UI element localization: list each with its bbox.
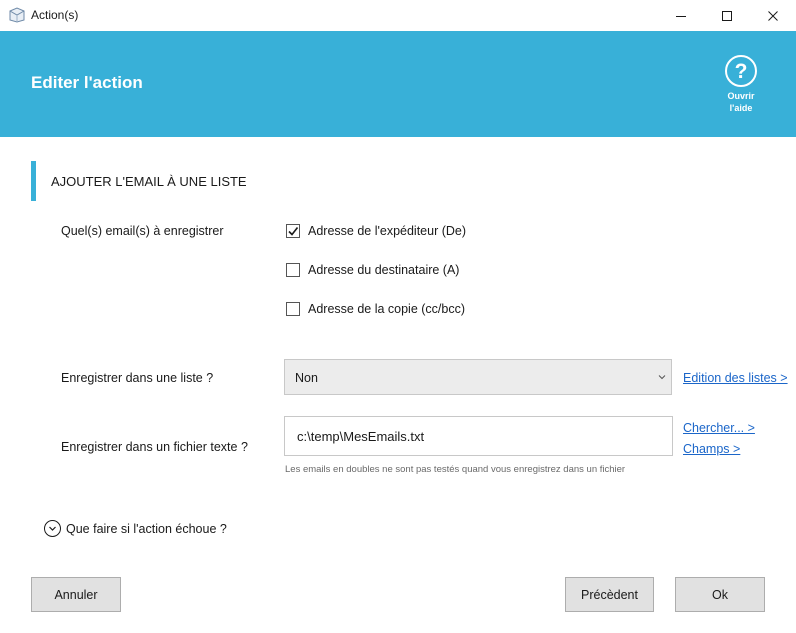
minimize-icon	[676, 15, 686, 17]
previous-button[interactable]: Précèdent	[565, 577, 654, 612]
edit-lists-link[interactable]: Edition des listes >	[683, 371, 788, 385]
cancel-button[interactable]: Annuler	[31, 577, 121, 612]
maximize-button[interactable]	[704, 0, 750, 31]
section-accent-bar	[31, 161, 36, 201]
expand-circle-icon	[44, 520, 61, 537]
emails-label: Quel(s) email(s) à enregistrer	[61, 224, 224, 238]
checkbox-box[interactable]	[286, 224, 300, 238]
page-title: Editer l'action	[31, 73, 143, 92]
failure-label: Que faire si l'action échoue ?	[66, 521, 227, 536]
checkbox-recipient[interactable]: Adresse du destinataire (A)	[286, 263, 459, 277]
checkbox-box[interactable]	[286, 302, 300, 316]
window-titlebar: Action(s)	[0, 0, 796, 31]
help-button[interactable]: ? Ouvrir l'aide	[716, 55, 766, 114]
checkmark-icon	[288, 227, 299, 236]
window-title: Action(s)	[31, 8, 79, 22]
ok-button[interactable]: Ok	[675, 577, 765, 612]
dialog-header: Editer l'action ? Ouvrir l'aide	[0, 31, 796, 137]
help-label-line1: Ouvrir	[727, 91, 755, 101]
search-link[interactable]: Chercher... >	[683, 421, 755, 435]
list-select-value: Non	[295, 371, 318, 385]
question-icon: ?	[725, 55, 757, 87]
checkbox-sender[interactable]: Adresse de l'expéditeur (De)	[286, 224, 466, 238]
close-icon	[768, 10, 778, 21]
checkbox-label: Adresse du destinataire (A)	[308, 263, 460, 277]
minimize-button[interactable]	[658, 0, 704, 31]
section-title: AJOUTER L'EMAIL À UNE LISTE	[51, 174, 247, 189]
checkbox-label: Adresse de l'expéditeur (De)	[308, 224, 467, 238]
maximize-icon	[722, 10, 732, 21]
app-icon	[9, 7, 25, 23]
list-select[interactable]: Non	[284, 359, 672, 395]
file-path-input[interactable]	[284, 416, 673, 456]
close-button[interactable]	[750, 0, 796, 31]
help-label-line2: l'aide	[729, 103, 753, 113]
checkbox-box[interactable]	[286, 263, 300, 277]
fields-link[interactable]: Champs >	[683, 442, 740, 456]
checkbox-label: Adresse de la copie (cc/bcc)	[308, 302, 466, 316]
checkbox-copy[interactable]: Adresse de la copie (cc/bcc)	[286, 302, 465, 316]
chevron-down-icon	[49, 526, 56, 531]
failure-expander[interactable]: Que faire si l'action échoue ?	[44, 520, 227, 537]
list-label: Enregistrer dans une liste ?	[61, 371, 214, 385]
file-hint: Les emails en doubles ne sont pas testés…	[285, 464, 626, 475]
chevron-down-icon	[658, 375, 666, 380]
file-label: Enregistrer dans un fichier texte ?	[61, 440, 248, 454]
